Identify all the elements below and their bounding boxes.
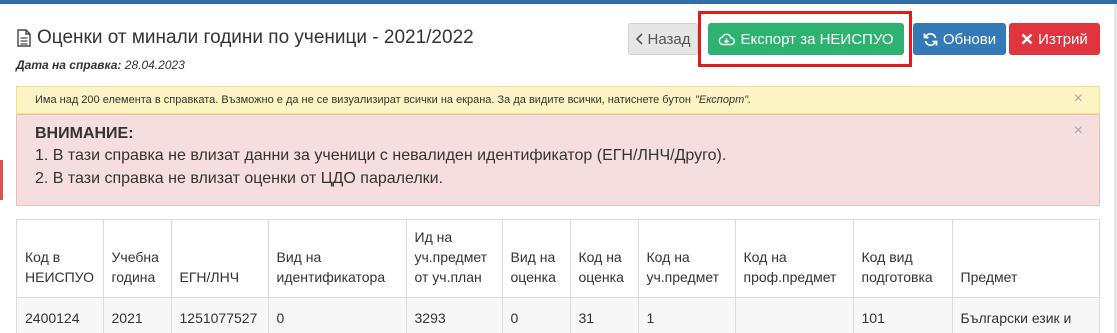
warning-alert: Има над 200 елемента в справката. Възмож…: [16, 86, 1100, 114]
column-header-text: Код на: [578, 249, 622, 265]
grades-table: Код в НЕИСПУО Учебна година ЕГН/ЛНЧ Вид на иде…: [17, 220, 1099, 333]
column-header-text: Вид на: [276, 249, 322, 265]
column-header-text: уч.предмет: [646, 269, 720, 285]
column-header[interactable]: Код на уч.предмет: [638, 220, 736, 298]
chevron-left-icon: [635, 33, 643, 45]
report-date-label: Дата на справка:: [16, 58, 122, 72]
left-edge-marker: [0, 160, 3, 200]
column-header-text: подготовка: [861, 269, 933, 285]
column-header-text: оценка: [510, 269, 556, 285]
column-header-text: Предмет: [960, 269, 1018, 285]
column-header[interactable]: Код вид подготовка: [853, 220, 953, 298]
column-header-text: проф.предмет: [743, 269, 837, 285]
page-header: Оценки от минали години по ученици - 202…: [16, 26, 474, 50]
table-cell: 2021: [103, 297, 172, 333]
table-cell: 101: [853, 297, 953, 333]
column-header-text: оценка: [578, 269, 624, 285]
danger-alert: × ВНИМАНИЕ: 1. В тази справка не влизат …: [16, 114, 1100, 206]
danger-line-1: 1. В тази справка не влизат данни за уче…: [35, 147, 727, 164]
column-header-text: Код в: [25, 249, 61, 265]
export-highlight-box: [698, 11, 912, 67]
column-header[interactable]: Предмет: [952, 220, 1099, 298]
column-header-text: Вид на: [510, 249, 556, 265]
table-body: 2400124 2021 1251077527 0 3293 0 31 1 101 Българс…: [17, 297, 1099, 333]
column-header-text: Код вид: [861, 249, 913, 265]
warning-text: Има над 200 елемента в справката. Възмож…: [35, 94, 691, 106]
table-cell: 2400124: [17, 297, 104, 333]
column-header-text: ЕГН/ЛНЧ: [179, 269, 240, 285]
column-header[interactable]: Учебна година: [103, 220, 172, 298]
column-header[interactable]: Ид на уч.предмет от уч.план: [406, 220, 503, 298]
column-header-text: Код на: [646, 249, 690, 265]
column-header-text: уч.предмет: [414, 249, 488, 265]
refresh-icon: [923, 32, 938, 46]
column-header[interactable]: Вид на оценка: [502, 220, 571, 298]
table-cell: 3293: [406, 297, 503, 333]
column-header-text: Учебна: [111, 249, 159, 265]
column-header-text: НЕИСПУО: [25, 269, 95, 285]
refresh-button-label: Обнови: [942, 30, 997, 48]
table-row[interactable]: 2400124 2021 1251077527 0 3293 0 31 1 101 Българс…: [17, 297, 1099, 333]
danger-close-icon[interactable]: ×: [1074, 123, 1083, 139]
report-date-value: 28.04.2023: [124, 58, 185, 72]
column-header[interactable]: Код на проф.предмет: [735, 220, 854, 298]
table-header-row: Код в НЕИСПУО Учебна година ЕГН/ЛНЧ Вид на иде…: [17, 220, 1099, 298]
table-cell: 0: [502, 297, 571, 333]
back-button-label: Назад: [647, 30, 691, 48]
column-header-text: идентификатора: [276, 269, 386, 285]
grades-table-container: Код в НЕИСПУО Учебна година ЕГН/ЛНЧ Вид на иде…: [16, 219, 1100, 333]
top-accent-strip: [0, 0, 1117, 4]
table-cell: [735, 297, 854, 333]
column-header-text: Код на: [743, 249, 787, 265]
back-button[interactable]: Назад: [628, 23, 698, 55]
report-date: Дата на справка: 28.04.2023: [16, 58, 185, 72]
close-icon: [1021, 33, 1033, 45]
delete-button-label: Изтрий: [1038, 30, 1088, 48]
page-title: Оценки от минали години по ученици - 202…: [37, 27, 474, 48]
danger-heading: ВНИМАНИЕ:: [35, 125, 134, 142]
table-cell: 31: [570, 297, 639, 333]
column-header-text: година: [111, 269, 156, 285]
delete-button[interactable]: Изтрий: [1009, 23, 1100, 55]
table-cell: 1: [638, 297, 736, 333]
column-header[interactable]: Код в НЕИСПУО: [17, 220, 104, 298]
warning-close-icon[interactable]: ×: [1074, 91, 1083, 107]
table-cell: 0: [268, 297, 407, 333]
table-cell: Български език и литература: [960, 310, 1072, 333]
document-icon: [17, 29, 31, 47]
column-header-text: Ид на: [414, 229, 453, 245]
column-header-text: от уч.план: [414, 269, 482, 285]
column-header[interactable]: ЕГН/ЛНЧ: [171, 220, 269, 298]
table-cell: 1251077527: [171, 297, 269, 333]
refresh-button[interactable]: Обнови: [913, 23, 1006, 55]
warning-emphasis: "Експорт".: [694, 94, 752, 106]
column-header[interactable]: Код на оценка: [570, 220, 639, 298]
danger-line-2: 2. В тази справка не влизат оценки от ЦД…: [35, 170, 444, 187]
column-header[interactable]: Вид на идентификатора: [268, 220, 407, 298]
